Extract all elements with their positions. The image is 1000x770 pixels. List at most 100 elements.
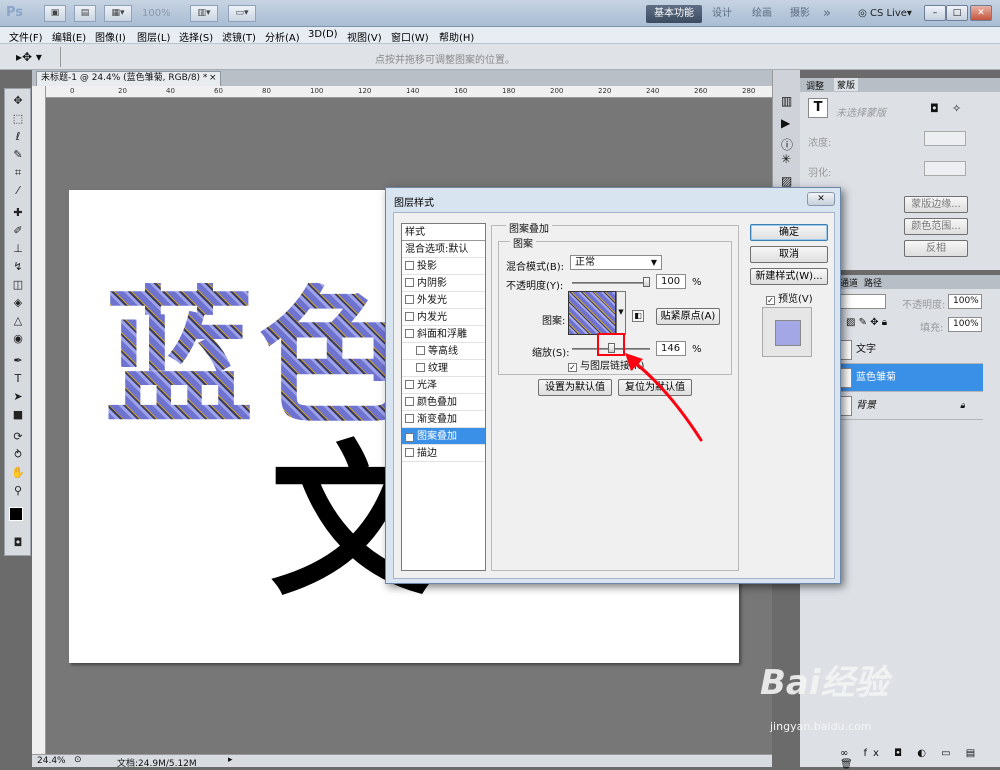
- density-field[interactable]: [924, 131, 966, 146]
- menu-file[interactable]: 文件(F): [9, 29, 43, 44]
- style-contour[interactable]: 等高线: [402, 343, 485, 360]
- checkbox[interactable]: [416, 346, 425, 355]
- eraser-tool-icon[interactable]: ◫: [10, 277, 26, 292]
- opacity-slider-knob[interactable]: [643, 277, 650, 287]
- layer-row-background[interactable]: 背景 🔒︎: [840, 392, 983, 420]
- checkbox[interactable]: [405, 312, 414, 321]
- checkbox[interactable]: [405, 278, 414, 287]
- healing-brush-tool-icon[interactable]: ✚: [10, 205, 26, 220]
- workspace-essentials[interactable]: 基本功能: [646, 5, 702, 23]
- pen-tool-icon[interactable]: ✒: [10, 353, 26, 368]
- mini-bridge-icon[interactable]: ▤: [74, 5, 96, 22]
- 3d-orbit-tool-icon[interactable]: ⥁: [10, 447, 26, 462]
- style-drop-shadow[interactable]: 投影: [402, 258, 485, 275]
- layer-row-blue-daisy[interactable]: 蓝色雏菊: [840, 364, 983, 392]
- checkbox-checked[interactable]: ✓: [766, 296, 775, 305]
- style-inner-shadow[interactable]: 内阴影: [402, 275, 485, 292]
- lasso-tool-icon[interactable]: ℓ: [10, 129, 26, 144]
- screen-mode-icon[interactable]: ▭▾: [228, 5, 256, 22]
- menu-analysis[interactable]: 分析(A): [265, 29, 300, 44]
- feather-field[interactable]: [924, 161, 966, 176]
- snap-to-origin-button[interactable]: 贴紧原点(A): [656, 308, 720, 325]
- minimize-icon[interactable]: –: [924, 5, 946, 21]
- preview-checkbox[interactable]: ✓ 预览(V): [766, 290, 813, 305]
- tab-channels[interactable]: 通道: [840, 276, 858, 289]
- marquee-tool-icon[interactable]: ⬚: [10, 111, 26, 126]
- actions-icon[interactable]: ▶: [781, 116, 790, 130]
- paint-bucket-tool-icon[interactable]: ◈: [10, 295, 26, 310]
- bridge-icon[interactable]: ▣: [44, 5, 66, 22]
- lock-icons[interactable]: ▨ ✎ ✥ 🔒︎: [846, 317, 887, 328]
- workspace-photography[interactable]: 摄影: [782, 5, 818, 23]
- style-outer-glow[interactable]: 外发光: [402, 292, 485, 309]
- menu-3d[interactable]: 3D(D): [308, 29, 338, 40]
- type-tool-icon[interactable]: T: [10, 371, 26, 386]
- checkbox[interactable]: [405, 295, 414, 304]
- move-tool-preset-icon[interactable]: ▸✥ ▾: [16, 50, 42, 64]
- menu-select[interactable]: 选择(S): [179, 29, 213, 44]
- blend-mode-select[interactable]: [840, 294, 886, 309]
- layer-fill-field[interactable]: 100%: [948, 317, 982, 332]
- shape-tool-icon[interactable]: ■: [10, 407, 26, 422]
- checkbox-checked[interactable]: ✓: [568, 363, 577, 372]
- mask-edge-button[interactable]: 蒙版边缘...: [904, 196, 968, 213]
- status-info-icon[interactable]: ⊙: [74, 755, 82, 765]
- brush-tool-icon[interactable]: ✐: [10, 223, 26, 238]
- tab-paths[interactable]: 路径: [864, 276, 882, 289]
- close-icon[interactable]: ✕: [970, 5, 992, 21]
- path-selection-tool-icon[interactable]: ➤: [10, 389, 26, 404]
- style-texture[interactable]: 纹理: [402, 360, 485, 377]
- ok-button[interactable]: 确定: [750, 224, 828, 241]
- color-range-button[interactable]: 颜色范围...: [904, 218, 968, 235]
- foreground-color-swatch[interactable]: [9, 507, 23, 521]
- checkbox[interactable]: [405, 380, 414, 389]
- quick-mask-icon[interactable]: ◘: [10, 535, 26, 550]
- quick-select-tool-icon[interactable]: ✎: [10, 147, 26, 162]
- zoom-tool-icon[interactable]: ⚲: [10, 483, 26, 498]
- blend-options-item[interactable]: 混合选项:默认: [402, 241, 485, 258]
- layer-row-text[interactable]: 文字: [840, 336, 983, 364]
- menu-filter[interactable]: 滤镜(T): [222, 29, 256, 44]
- new-style-button[interactable]: 新建样式(W)...: [750, 268, 828, 285]
- document-tab-close-icon[interactable]: ×: [209, 72, 217, 85]
- menu-edit[interactable]: 编辑(E): [52, 29, 86, 44]
- style-inner-glow[interactable]: 内发光: [402, 309, 485, 326]
- checkbox[interactable]: [405, 261, 414, 270]
- checkbox[interactable]: [405, 329, 414, 338]
- pixel-mask-icon[interactable]: ◘: [930, 102, 939, 115]
- hand-tool-icon[interactable]: ✋: [10, 465, 26, 480]
- status-arrow-icon[interactable]: ▸: [228, 755, 233, 765]
- 3d-rotate-tool-icon[interactable]: ⟳: [10, 429, 26, 444]
- stamp-tool-icon[interactable]: ⊥: [10, 241, 26, 256]
- menu-image[interactable]: 图像(I): [95, 29, 126, 44]
- checkbox[interactable]: [405, 397, 414, 406]
- more-workspaces-icon[interactable]: »: [818, 5, 836, 23]
- menu-window[interactable]: 窗口(W): [391, 29, 429, 44]
- style-color-overlay[interactable]: 颜色叠加: [402, 394, 485, 411]
- eyedropper-tool-icon[interactable]: ⁄: [10, 183, 26, 198]
- make-default-button[interactable]: 设置为默认值: [538, 379, 612, 396]
- menu-help[interactable]: 帮助(H): [439, 29, 474, 44]
- cs-live-button[interactable]: ◎ CS Live▾: [852, 5, 918, 23]
- brush-presets-icon[interactable]: ✳: [781, 152, 791, 166]
- blur-tool-icon[interactable]: △: [10, 313, 26, 328]
- new-preset-icon[interactable]: ◧: [632, 310, 644, 322]
- tab-masks[interactable]: 蒙版: [834, 78, 859, 91]
- move-tool-icon[interactable]: ✥: [10, 93, 26, 108]
- pattern-picker-swatch[interactable]: [568, 291, 616, 335]
- invert-button[interactable]: 反相: [904, 240, 968, 257]
- history-brush-tool-icon[interactable]: ↯: [10, 259, 26, 274]
- style-gradient-overlay[interactable]: 渐变叠加: [402, 411, 485, 428]
- layer-opacity-field[interactable]: 100%: [948, 294, 982, 309]
- checkbox[interactable]: [405, 448, 414, 457]
- tab-adjustments[interactable]: 调整: [806, 79, 824, 92]
- style-stroke[interactable]: 描边: [402, 445, 485, 462]
- checkbox[interactable]: [416, 363, 425, 372]
- dodge-tool-icon[interactable]: ◉: [10, 331, 26, 346]
- restore-icon[interactable]: □: [946, 5, 968, 21]
- view-extras-icon[interactable]: ▦▾: [104, 5, 132, 22]
- crop-tool-icon[interactable]: ⌗: [10, 165, 26, 180]
- menu-view[interactable]: 视图(V): [347, 29, 382, 44]
- opacity-field[interactable]: 100: [656, 274, 686, 289]
- workspace-painting[interactable]: 绘画: [742, 5, 782, 23]
